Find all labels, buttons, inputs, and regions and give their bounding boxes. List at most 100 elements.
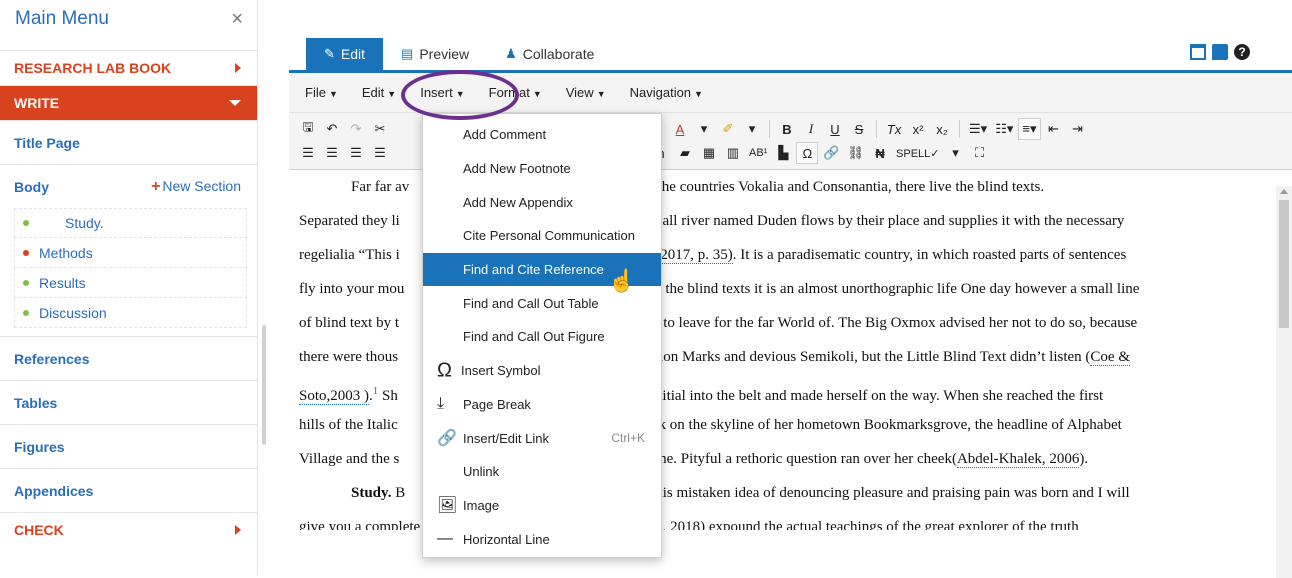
tab-edit[interactable]: ✎ Edit [306, 38, 384, 70]
new-section-button[interactable]: + New Section [151, 178, 241, 196]
clear-formatting-icon[interactable]: Tx [883, 119, 905, 139]
unlink-icon[interactable]: ⛓ [845, 143, 868, 163]
numbered-list-icon[interactable]: ☷▾ [992, 119, 1016, 139]
section-item-study[interactable]: Study. [14, 208, 247, 238]
citation-link[interactable]: Soto,2003 ) [299, 388, 370, 405]
menu-item-find-and-call-out-figure[interactable]: Find and Call Out Figure [423, 320, 661, 354]
chart-icon[interactable]: ▥ [722, 143, 744, 163]
table-icon[interactable]: ▦ [698, 143, 720, 163]
justify-icon[interactable]: ☰ [369, 143, 391, 163]
abbreviation-icon[interactable]: AB¹ [746, 143, 770, 163]
menu-view[interactable]: View ▼ [566, 85, 606, 100]
citation-link[interactable]: , 2017, p. 35) [652, 247, 733, 264]
citation-link[interactable]: Abdel-Khalek, 2006 [956, 451, 1080, 468]
help-icon[interactable]: ? [1234, 44, 1250, 60]
menu-item-cite-personal-communication[interactable]: Cite Personal Communication [423, 219, 661, 253]
bullet-list-icon[interactable]: ☰▾ [966, 119, 990, 139]
menu-item-horizontal-line[interactable]: — Horizontal Line [423, 522, 661, 556]
sidebar-item-check[interactable]: CHECK [0, 512, 257, 547]
indent-icon[interactable]: ⇥ [1067, 119, 1089, 139]
sidebar-header: Main Menu × [0, 0, 257, 50]
sidebar-item-label: WRITE [14, 95, 60, 111]
align-left-icon[interactable]: ☰ [297, 143, 319, 163]
menu-navigation[interactable]: Navigation ▼ [630, 85, 703, 100]
menu-item-add-comment[interactable]: Add Comment [423, 118, 661, 152]
bold-icon[interactable]: B [776, 119, 798, 139]
cut-icon[interactable]: ✂ [369, 119, 391, 139]
text-fragment: ). [1079, 451, 1089, 467]
menu-item-add-new-footnote[interactable]: Add New Footnote [423, 152, 661, 186]
sidebar-item-figures[interactable]: Figures [0, 424, 257, 468]
sidebar-item-research-lab-book[interactable]: RESEARCH LAB BOOK [0, 50, 257, 85]
menu-item-add-new-appendix[interactable]: Add New Appendix [423, 185, 661, 219]
sidebar: Main Menu × RESEARCH LAB BOOK WRITE Titl… [0, 0, 258, 575]
menu-item-label: Find and Call Out Figure [463, 329, 605, 345]
content-scrollbar[interactable] [1276, 186, 1292, 578]
scrollbar-thumb[interactable] [1279, 200, 1289, 328]
highlight-color-icon[interactable]: ✐ [717, 119, 739, 139]
close-icon[interactable]: × [231, 8, 243, 31]
caret-down-icon: ▼ [694, 89, 703, 99]
comment-icon[interactable] [1212, 44, 1228, 60]
text-fragment: ion Marks and devious Semikoli, but the … [659, 349, 1091, 365]
align-right-icon[interactable]: ☰ [345, 143, 367, 163]
tab-collaborate[interactable]: ♟ Collaborate [487, 38, 612, 70]
italic-icon[interactable]: I [800, 119, 822, 139]
section-label: Results [39, 274, 86, 291]
spellcheck-button[interactable]: SPELL✓ [893, 143, 942, 163]
omega-icon[interactable]: Ω [796, 142, 819, 164]
sidebar-item-body[interactable]: Body + New Section [0, 164, 257, 208]
menu-item-unlink[interactable]: Unlink [423, 455, 661, 489]
sidebar-scrollbar[interactable] [262, 325, 266, 445]
status-dot-icon [23, 309, 29, 316]
shortcut-label: Ctrl+K [611, 431, 645, 446]
sidebar-item-appendices[interactable]: Appendices [0, 468, 257, 512]
fullscreen-icon[interactable]: ⛶ [969, 143, 991, 163]
superscript-icon[interactable]: x² [907, 119, 929, 139]
save-icon[interactable]: 🖫 [297, 119, 319, 139]
text-color-icon[interactable]: A [669, 119, 691, 139]
caret-down-icon[interactable]: ▾ [693, 119, 715, 139]
underline-icon[interactable]: U [824, 119, 846, 139]
text-fragment: of blind text by t [299, 315, 399, 331]
book-icon[interactable]: ▰ [674, 143, 696, 163]
line-spacing-icon[interactable]: ≡▾ [1018, 118, 1041, 140]
citation-link[interactable]: Coe & [1090, 349, 1131, 366]
undo-icon[interactable]: ↶ [321, 119, 343, 139]
sidebar-item-tables[interactable]: Tables [0, 380, 257, 424]
menu-item-label: Find and Cite Reference [463, 262, 604, 278]
link-icon[interactable]: 🔗 [820, 143, 842, 163]
sidebar-item-write[interactable]: WRITE [0, 85, 257, 120]
page-break-icon: ⤓ [437, 395, 445, 413]
section-item-results[interactable]: Results [14, 268, 247, 298]
align-center-icon[interactable]: ☰ [321, 143, 343, 163]
layout-icon[interactable] [1190, 44, 1206, 60]
redo-icon[interactable]: ↷ [345, 119, 367, 139]
status-dot-icon [23, 220, 29, 226]
status-dot-icon [23, 249, 29, 256]
outdent-icon[interactable]: ⇤ [1043, 119, 1065, 139]
section-item-discussion[interactable]: Discussion [14, 298, 247, 328]
menu-edit[interactable]: Edit ▼ [362, 85, 396, 100]
sidebar-item-label: References [14, 350, 90, 367]
tab-preview[interactable]: ▤ Preview [383, 38, 487, 70]
menu-item-insert-edit-link[interactable]: 🔗 Insert/Edit Link Ctrl+K [423, 421, 661, 455]
menu-item-insert-symbol[interactable]: Ω Insert Symbol [423, 354, 661, 388]
omega-icon: Ω [437, 359, 452, 382]
sidebar-item-references[interactable]: References [0, 336, 257, 380]
sidebar-item-label: Figures [14, 438, 65, 455]
caret-down-icon[interactable]: ▾ [945, 143, 967, 163]
find-replace-icon[interactable]: ₦ [869, 143, 891, 163]
section-item-methods[interactable]: Methods [14, 238, 247, 268]
scroll-up-icon[interactable] [1280, 189, 1288, 194]
subscript-icon[interactable]: x₂ [931, 119, 953, 139]
section-label: Discussion [39, 304, 107, 321]
document-icon[interactable]: ▙ [772, 143, 794, 163]
caret-down-icon[interactable]: ▾ [741, 119, 763, 139]
menu-item-image[interactable]: 🖼 Image [423, 489, 661, 523]
menu-file[interactable]: File ▼ [305, 85, 338, 100]
menu-item-page-break[interactable]: ⤓ Page Break [423, 388, 661, 422]
strikethrough-icon[interactable]: S [848, 119, 870, 139]
menu-item-label: Add New Footnote [463, 161, 571, 177]
sidebar-item-title-page[interactable]: Title Page [0, 120, 257, 164]
